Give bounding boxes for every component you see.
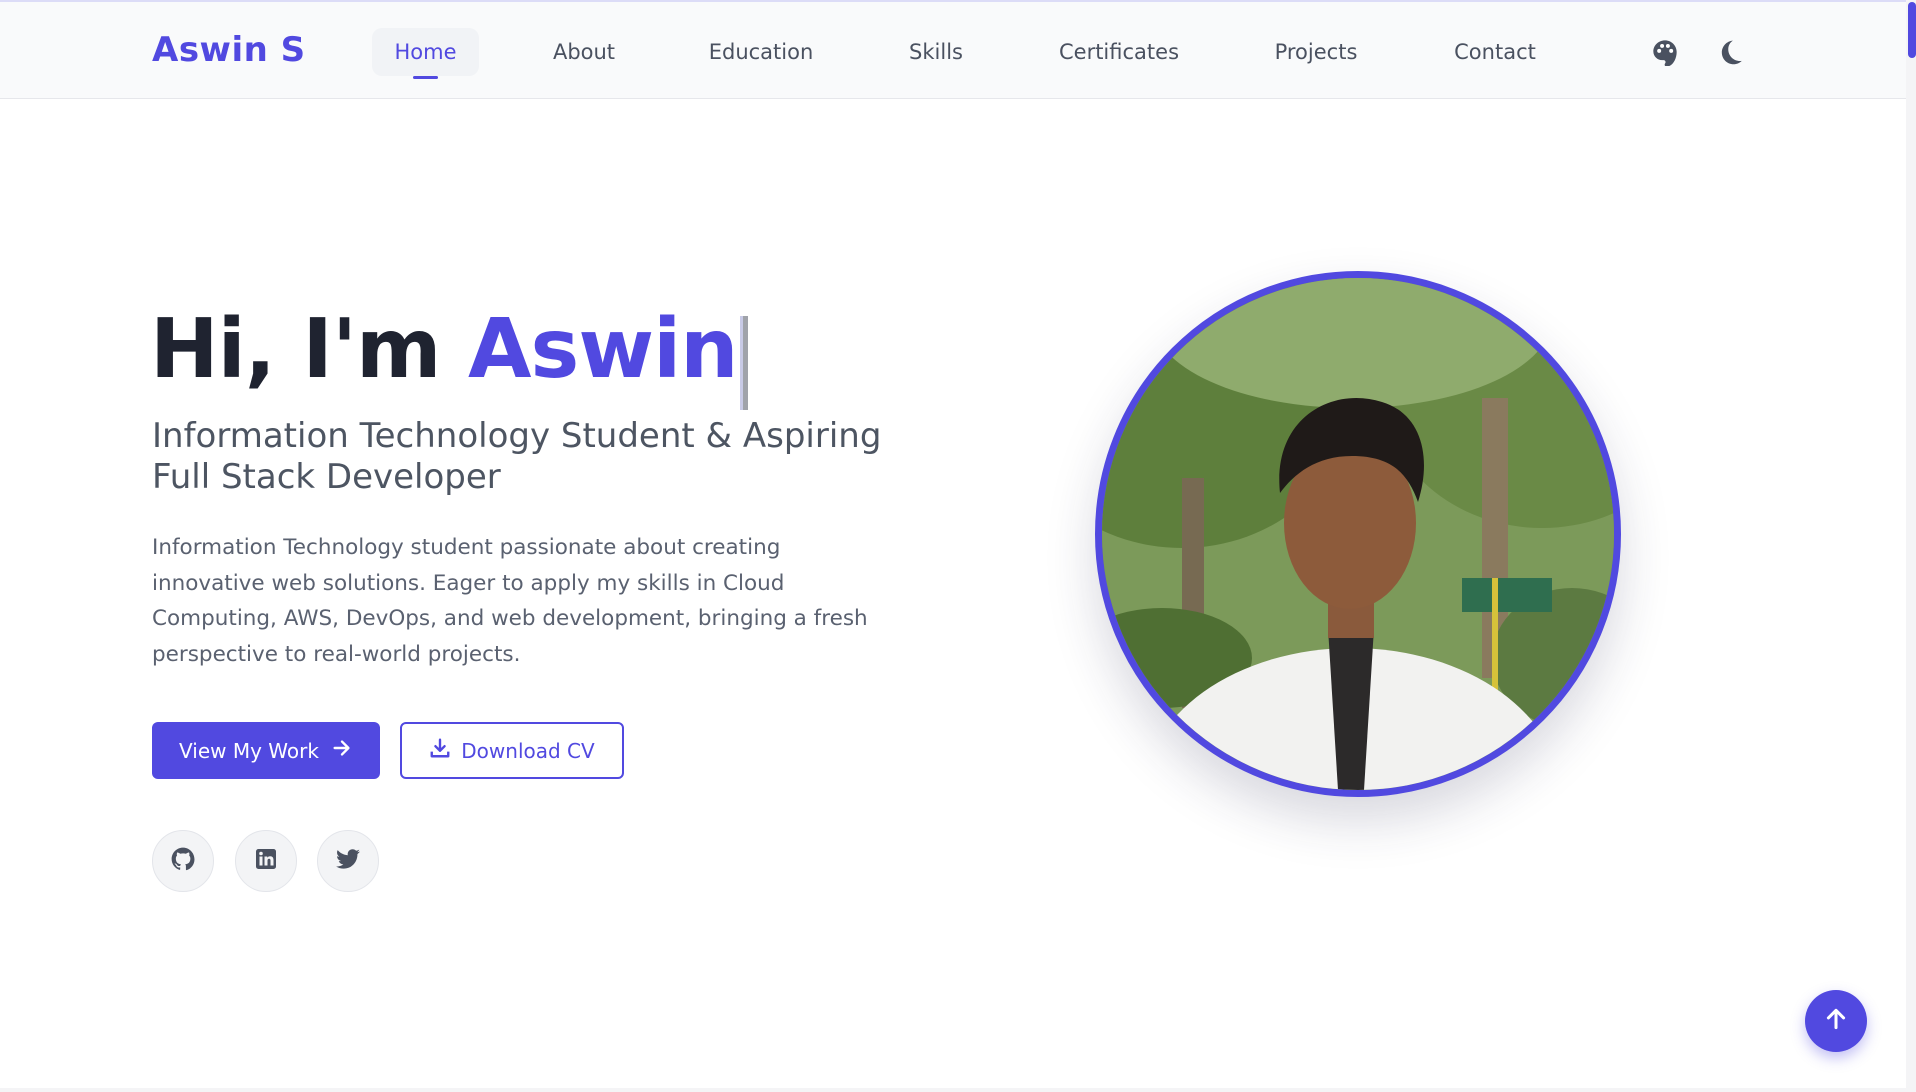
nav-skills[interactable]: Skills	[894, 28, 978, 76]
view-my-work-label: View My Work	[179, 738, 319, 763]
nav-certificates[interactable]: Certificates	[1048, 28, 1190, 76]
download-cv-label: Download CV	[461, 738, 595, 763]
twitter-icon	[335, 846, 361, 876]
nav-active-indicator	[413, 76, 438, 79]
scrollbar-thumb[interactable]	[1908, 2, 1916, 58]
arrow-up-icon	[1823, 1006, 1849, 1036]
hero-description: Information Technology student passionat…	[152, 535, 868, 667]
nav-about[interactable]: About	[540, 28, 628, 76]
linkedin-icon	[254, 847, 278, 875]
back-to-top-button[interactable]	[1805, 990, 1867, 1052]
navbar: Aswin S Home About Education Skills Cert…	[0, 2, 1906, 99]
download-cv-button[interactable]: Download CV	[400, 722, 624, 779]
hero-subtitle: Information Technology Student & Aspirin…	[152, 416, 882, 497]
hero-name: Aswin	[468, 302, 739, 397]
twitter-link[interactable]	[317, 830, 379, 892]
github-link[interactable]	[152, 830, 214, 892]
hero-greeting: Hi, I'm	[150, 302, 469, 397]
arrow-right-icon	[331, 737, 353, 764]
hero-title: Hi, I'm Aswin	[150, 300, 748, 410]
nav-projects[interactable]: Projects	[1260, 28, 1372, 76]
nav-home[interactable]: Home	[372, 28, 479, 76]
brand-logo[interactable]: Aswin S	[152, 30, 306, 70]
nav-contact[interactable]: Contact	[1442, 28, 1548, 76]
typing-cursor	[739, 316, 748, 410]
scrollbar-track[interactable]	[1906, 0, 1916, 1092]
palette-icon[interactable]	[1649, 36, 1681, 68]
github-icon	[170, 846, 196, 876]
view-my-work-button[interactable]: View My Work	[152, 722, 380, 779]
nav-education[interactable]: Education	[696, 28, 826, 76]
download-icon	[429, 737, 451, 764]
linkedin-link[interactable]	[235, 830, 297, 892]
moon-icon[interactable]	[1714, 36, 1746, 68]
profile-photo	[1095, 271, 1621, 797]
page-bottom-divider	[0, 1088, 1906, 1092]
